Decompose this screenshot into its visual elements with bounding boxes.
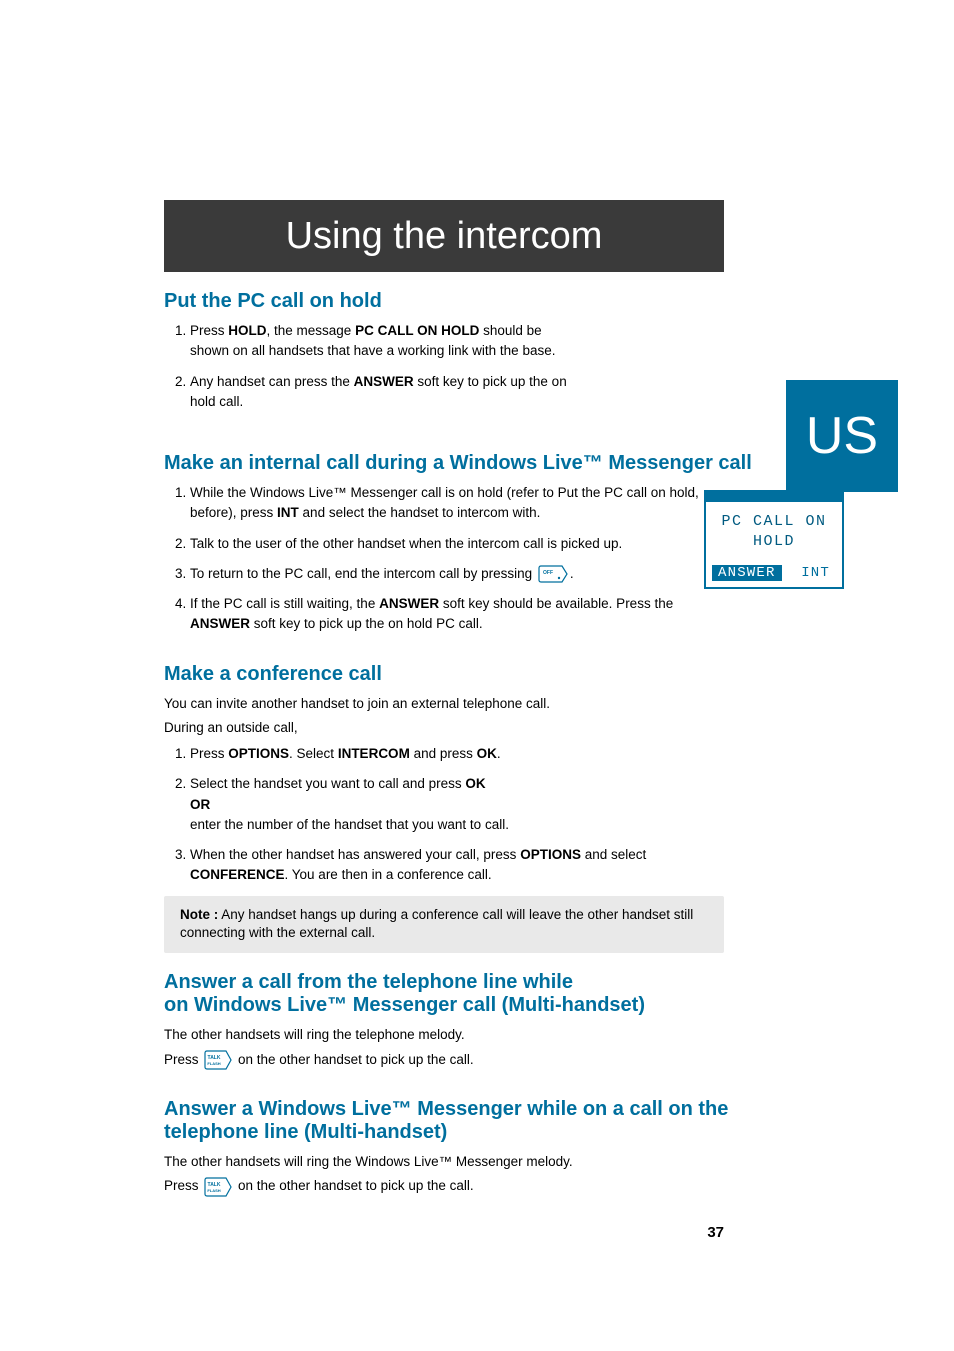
section-heading-answer-tel-l2: on Windows Live™ Messenger call (Multi-h… xyxy=(164,994,724,1017)
section-heading-answer-wlm-l1: Answer a Windows Live™ Messenger while o… xyxy=(164,1098,784,1121)
phone-screen-text: PC CALL ON HOLD xyxy=(706,502,842,565)
text: Press xyxy=(164,1178,202,1193)
section-heading-internal: Make an internal call during a Windows L… xyxy=(164,452,794,475)
list-item: Press HOLD, the message PC CALL ON HOLD … xyxy=(190,321,580,362)
text-bold: ANSWER xyxy=(190,616,250,631)
text-bold: INTERCOM xyxy=(338,746,410,761)
softkey-answer: ANSWER xyxy=(712,565,782,581)
list-item: While the Windows Live™ Messenger call i… xyxy=(190,483,724,524)
text-bold: PC CALL ON HOLD xyxy=(355,323,479,338)
text: Press xyxy=(164,1052,202,1067)
text: on the other handset to pick up the call… xyxy=(234,1178,473,1193)
section-heading-answer-wlm-l2: telephone line (Multi-handset) xyxy=(164,1121,724,1144)
text: and select xyxy=(581,847,646,862)
talk-key-icon: TALK FLASH xyxy=(204,1177,232,1197)
svg-text:FLASH: FLASH xyxy=(208,1061,221,1066)
answer-wlm-body1: The other handsets will ring the Windows… xyxy=(164,1152,724,1172)
page-title: Using the intercom xyxy=(164,200,724,272)
text: To return to the PC call, end the interc… xyxy=(190,566,536,581)
list-item: Select the handset you want to call and … xyxy=(190,774,724,835)
conference-steps: Press OPTIONS. Select INTERCOM and press… xyxy=(164,744,724,886)
text: soft key should be available. Press the xyxy=(439,596,673,611)
list-item: Press OPTIONS. Select INTERCOM and press… xyxy=(190,744,724,764)
text-bold: OR xyxy=(190,797,210,812)
text: Press xyxy=(190,746,228,761)
answer-tel-body2: Press TALK FLASH on the other handset to… xyxy=(164,1050,724,1070)
answer-tel-body1: The other handsets will ring the telepho… xyxy=(164,1025,724,1045)
phone-line2: HOLD xyxy=(706,532,842,552)
page-number: 37 xyxy=(707,1224,724,1241)
text-bold: OK xyxy=(477,746,497,761)
svg-text:OFF: OFF xyxy=(543,570,553,576)
country-badge: US xyxy=(786,380,898,492)
text: Press xyxy=(190,323,228,338)
text-bold: ANSWER xyxy=(379,596,439,611)
phone-screen-topbar xyxy=(706,492,842,502)
text-bold: HOLD xyxy=(228,323,266,338)
note-text: Any handset hangs up during a conference… xyxy=(180,907,693,941)
text: and select the handset to intercom with. xyxy=(299,505,541,520)
phone-screen: PC CALL ON HOLD ANSWER INT xyxy=(704,490,844,589)
text-bold: CONFERENCE xyxy=(190,867,285,882)
text: Talk to the user of the other handset wh… xyxy=(190,536,622,551)
text: . xyxy=(497,746,501,761)
text-bold: ANSWER xyxy=(354,374,414,389)
text: and press xyxy=(410,746,477,761)
list-item: Any handset can press the ANSWER soft ke… xyxy=(190,372,580,413)
section-heading-conference: Make a conference call xyxy=(164,663,724,686)
text-bold: OPTIONS xyxy=(520,847,581,862)
list-item: To return to the PC call, end the interc… xyxy=(190,564,724,584)
text-bold: INT xyxy=(277,505,299,520)
text: , the message xyxy=(267,323,356,338)
text: . You are then in a conference call. xyxy=(285,867,492,882)
note-label: Note : xyxy=(180,907,218,922)
text: . xyxy=(570,566,574,581)
text: soft key to pick up the on hold PC call. xyxy=(250,616,483,631)
text: When the other handset has answered your… xyxy=(190,847,520,862)
note-box: Note : Any handset hangs up during a con… xyxy=(164,896,724,954)
list-item: If the PC call is still waiting, the ANS… xyxy=(190,594,724,635)
internal-steps: While the Windows Live™ Messenger call i… xyxy=(164,483,724,635)
talk-key-icon: TALK FLASH xyxy=(204,1050,232,1070)
text: enter the number of the handset that you… xyxy=(190,817,509,832)
list-item: Talk to the user of the other handset wh… xyxy=(190,534,724,554)
text-bold: OPTIONS xyxy=(228,746,289,761)
text: Select the handset you want to call and … xyxy=(190,776,465,791)
hold-steps: Press HOLD, the message PC CALL ON HOLD … xyxy=(164,321,580,412)
conference-intro1: You can invite another handset to join a… xyxy=(164,694,724,714)
off-key-icon: OFF xyxy=(538,565,568,583)
list-item: When the other handset has answered your… xyxy=(190,845,724,886)
text: on the other handset to pick up the call… xyxy=(234,1052,473,1067)
answer-wlm-body2: Press TALK FLASH on the other handset to… xyxy=(164,1176,724,1196)
text: If the PC call is still waiting, the xyxy=(190,596,379,611)
section-heading-hold: Put the PC call on hold xyxy=(164,290,724,313)
softkey-int: INT xyxy=(795,565,836,581)
svg-text:FLASH: FLASH xyxy=(208,1188,221,1193)
text: Any handset can press the xyxy=(190,374,354,389)
text-bold: OK xyxy=(465,776,485,791)
conference-intro2: During an outside call, xyxy=(164,718,724,738)
phone-line1: PC CALL ON xyxy=(706,512,842,532)
section-heading-answer-tel-l1: Answer a call from the telephone line wh… xyxy=(164,971,724,994)
text: . Select xyxy=(289,746,338,761)
